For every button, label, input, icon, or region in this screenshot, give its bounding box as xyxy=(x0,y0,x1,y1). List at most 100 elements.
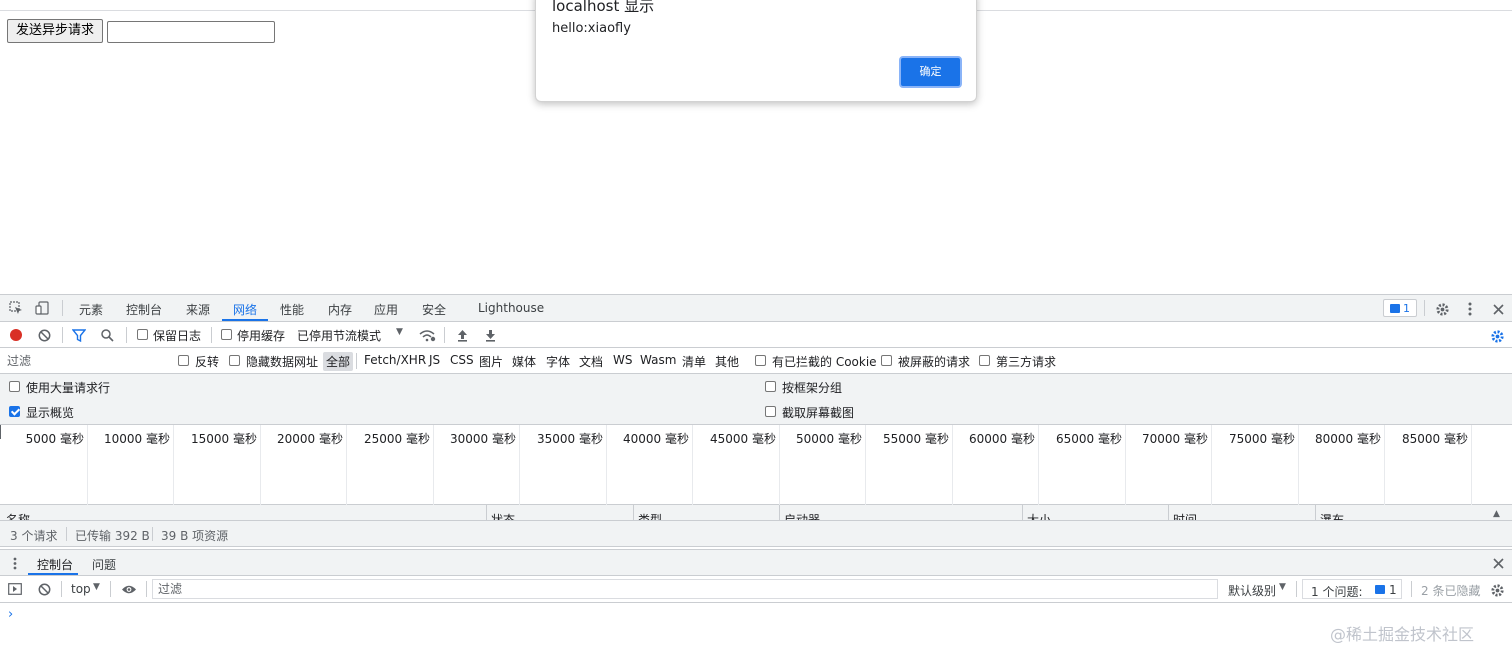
network-options: 使用大量请求行 按框架分组 显示概览 截取屏幕截图 xyxy=(0,374,1512,425)
issue-flag-icon xyxy=(1375,585,1385,594)
network-overview-timeline[interactable]: 5000 毫秒 10000 毫秒 15000 毫秒 20000 毫秒 25000 毫秒 3… xyxy=(0,425,1512,505)
group-by-frame-checkbox[interactable] xyxy=(765,381,776,392)
column-status[interactable]: 状态 xyxy=(491,511,515,520)
drawer-menu-icon[interactable] xyxy=(8,555,22,571)
type-filter-font[interactable]: 字体 xyxy=(546,353,570,370)
inspect-element-icon[interactable] xyxy=(8,300,24,316)
column-initiator[interactable]: 启动器 xyxy=(784,511,820,520)
device-toolbar-icon[interactable] xyxy=(34,300,50,316)
import-upload-icon[interactable] xyxy=(455,327,469,343)
disable-cache-checkbox[interactable] xyxy=(221,329,232,340)
timeline-gridline xyxy=(1298,425,1299,505)
close-drawer-icon[interactable] xyxy=(1490,555,1506,571)
devtools-tabbar: 元素 控制台 来源 网络 性能 内存 应用 安全 Lighthouse 1 xyxy=(0,295,1512,322)
alert-title: localhost 显示 xyxy=(552,0,655,15)
column-waterfall[interactable]: 瀑布 xyxy=(1320,511,1344,520)
console-clear-icon[interactable] xyxy=(37,582,51,596)
clear-icon[interactable] xyxy=(37,328,51,342)
export-download-icon[interactable] xyxy=(483,327,497,343)
tab-network[interactable]: 网络 xyxy=(233,301,257,318)
timeline-tick-label: 80000 毫秒 xyxy=(1315,432,1381,446)
blocked-requests-checkbox[interactable] xyxy=(881,355,892,366)
column-name[interactable]: 名称 xyxy=(6,511,30,520)
request-count: 3 个请求 xyxy=(10,529,58,543)
request-table-header: 名称 状态 类型 启动器 大小 时间 瀑布 ▲ xyxy=(0,505,1512,521)
console-settings-gear-icon[interactable] xyxy=(1488,581,1506,599)
console-sidebar-icon[interactable] xyxy=(8,582,22,596)
type-filter-media[interactable]: 媒体 xyxy=(512,353,536,370)
transferred-size: 已传输 392 B xyxy=(75,529,150,543)
type-filter-all[interactable]: 全部 xyxy=(323,352,354,371)
search-icon[interactable] xyxy=(100,328,114,342)
preserve-log-label: 保留日志 xyxy=(153,329,202,343)
type-filter-other[interactable]: 其他 xyxy=(715,353,739,370)
third-party-checkbox[interactable] xyxy=(979,355,990,366)
tab-application[interactable]: 应用 xyxy=(374,301,398,318)
blocked-cookies-checkbox[interactable] xyxy=(755,355,766,366)
show-overview-checkbox[interactable] xyxy=(9,406,20,417)
sort-ascending-icon[interactable]: ▲ xyxy=(1493,509,1500,519)
separator xyxy=(152,527,153,541)
large-rows-label: 使用大量请求行 xyxy=(26,381,111,395)
tab-elements[interactable]: 元素 xyxy=(79,301,103,318)
console-issues-button[interactable]: 1 个问题: 1 xyxy=(1302,579,1402,599)
separator xyxy=(1296,581,1297,597)
drawer-tab-issues[interactable]: 问题 xyxy=(92,556,116,573)
log-level-dropdown-icon[interactable]: ▼ xyxy=(1279,582,1286,592)
log-level-select[interactable]: 默认级别 xyxy=(1228,582,1276,599)
column-type[interactable]: 类型 xyxy=(638,511,662,520)
network-conditions-icon[interactable] xyxy=(418,327,436,343)
text-input[interactable] xyxy=(107,21,275,43)
type-filter-img[interactable]: 图片 xyxy=(479,353,503,370)
type-filter-wasm[interactable]: Wasm xyxy=(640,353,676,367)
console-prompt-chevron-icon[interactable]: › xyxy=(8,607,13,622)
console-filter-input[interactable]: 过滤 xyxy=(152,579,1218,599)
type-filter-css[interactable]: CSS xyxy=(450,353,474,367)
tab-security[interactable]: 安全 xyxy=(422,301,446,318)
capture-screenshots-checkbox[interactable] xyxy=(765,406,776,417)
settings-gear-icon[interactable] xyxy=(1433,300,1451,318)
separator xyxy=(126,327,127,343)
network-filter-input[interactable]: 过滤 xyxy=(4,352,166,370)
issues-badge[interactable]: 1 xyxy=(1383,299,1417,317)
context-dropdown-icon[interactable]: ▼ xyxy=(93,582,100,592)
timeline-gridline xyxy=(1125,425,1126,505)
separator xyxy=(1411,581,1412,597)
type-filter-fetch-xhr[interactable]: Fetch/XHR xyxy=(364,353,426,367)
tab-sources[interactable]: 来源 xyxy=(186,301,210,318)
tab-performance[interactable]: 性能 xyxy=(280,301,304,318)
timeline-tick-label: 5000 毫秒 xyxy=(25,432,84,446)
column-separator xyxy=(1168,505,1169,520)
tab-memory[interactable]: 内存 xyxy=(328,301,352,318)
more-options-icon[interactable] xyxy=(1462,300,1478,318)
filter-funnel-icon[interactable] xyxy=(72,328,86,342)
timeline-gridline xyxy=(1384,425,1385,505)
tab-lighthouse[interactable]: Lighthouse xyxy=(478,301,544,315)
throttling-select[interactable]: 已停用节流模式 xyxy=(297,327,381,344)
record-icon[interactable] xyxy=(10,329,22,341)
column-size[interactable]: 大小 xyxy=(1027,511,1051,520)
timeline-tick-label: 25000 毫秒 xyxy=(364,432,430,446)
type-filter-ws[interactable]: WS xyxy=(613,353,632,367)
invert-checkbox[interactable] xyxy=(178,355,189,366)
show-overview-label: 显示概览 xyxy=(26,406,75,420)
hide-data-urls-checkbox[interactable] xyxy=(229,355,240,366)
close-devtools-icon[interactable] xyxy=(1490,300,1506,318)
execution-context-select[interactable]: top xyxy=(71,582,91,596)
drawer-tab-console[interactable]: 控制台 xyxy=(37,556,73,573)
throttling-dropdown-icon[interactable]: ▼ xyxy=(396,327,403,337)
type-filter-manifest[interactable]: 清单 xyxy=(682,353,706,370)
separator xyxy=(444,327,445,343)
preserve-log-checkbox[interactable] xyxy=(137,329,148,340)
network-settings-gear-icon[interactable] xyxy=(1488,327,1506,345)
blocked-cookies-label: 有已拦截的 Cookie xyxy=(772,355,877,369)
type-filter-doc[interactable]: 文档 xyxy=(579,353,603,370)
type-filter-js[interactable]: JS xyxy=(429,353,440,367)
alert-ok-button[interactable]: 确定 xyxy=(899,56,962,88)
large-rows-checkbox[interactable] xyxy=(9,381,20,392)
column-time[interactable]: 时间 xyxy=(1173,511,1197,520)
live-expression-eye-icon[interactable] xyxy=(120,582,138,596)
tab-console[interactable]: 控制台 xyxy=(126,301,162,318)
timeline-tick-label: 60000 毫秒 xyxy=(969,432,1035,446)
send-async-request-button[interactable]: 发送异步请求 xyxy=(7,19,103,43)
